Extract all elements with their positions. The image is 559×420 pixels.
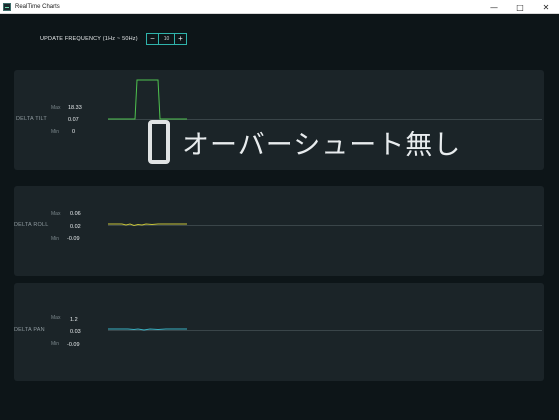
title-bar: RealTime Charts — □ ✕	[0, 0, 559, 14]
window-controls: — □ ✕	[481, 0, 559, 14]
max-value: 1.2	[70, 317, 78, 323]
max-label: Max	[51, 105, 61, 111]
min-label: Min	[51, 341, 60, 347]
max-label: Max	[51, 315, 61, 321]
chart-panel-pan: Max 1.2 DELTA PAN 0.03 Min -0.09	[14, 283, 544, 381]
max-value: 18.33	[68, 105, 82, 111]
placeholder-glyph-icon	[148, 120, 170, 164]
minimize-icon[interactable]: —	[481, 0, 507, 14]
update-frequency-label: UPDATE FREQUENCY (1Hz ~ 50Hz)	[40, 36, 138, 42]
current-value: 0.07	[68, 117, 79, 123]
close-icon[interactable]: ✕	[533, 0, 559, 14]
min-value: -0.09	[67, 236, 80, 242]
min-label: Min	[51, 236, 60, 242]
overlay-text: オーバーシュート無し	[182, 129, 462, 161]
max-value: 0.06	[70, 211, 81, 217]
current-value: 0.03	[70, 329, 81, 335]
window-title: RealTime Charts	[15, 3, 60, 10]
decrement-button[interactable]: −	[147, 34, 158, 44]
app-icon	[3, 2, 11, 11]
chart-panel-roll: Max 0.06 DELTA ROLL 0.02 Min -0.09	[14, 186, 544, 276]
frequency-value[interactable]: 10	[158, 34, 175, 44]
channel-name: DELTA TILT	[16, 116, 47, 122]
tilt-trace-line	[108, 79, 187, 120]
min-label: Min	[51, 129, 60, 135]
min-value: -0.09	[67, 342, 80, 348]
channel-name: DELTA ROLL	[14, 222, 49, 228]
roll-trace-line	[108, 223, 187, 227]
current-value: 0.02	[70, 224, 81, 230]
maximize-icon[interactable]: □	[507, 0, 533, 14]
channel-name: DELTA PAN	[14, 327, 45, 333]
pan-trace-line	[108, 328, 187, 331]
frequency-stepper[interactable]: − 10 +	[146, 33, 187, 45]
min-value: 0	[72, 129, 76, 135]
overshoot-overlay: オーバーシュート無し	[148, 120, 461, 164]
max-label: Max	[51, 211, 61, 217]
increment-button[interactable]: +	[175, 34, 186, 44]
